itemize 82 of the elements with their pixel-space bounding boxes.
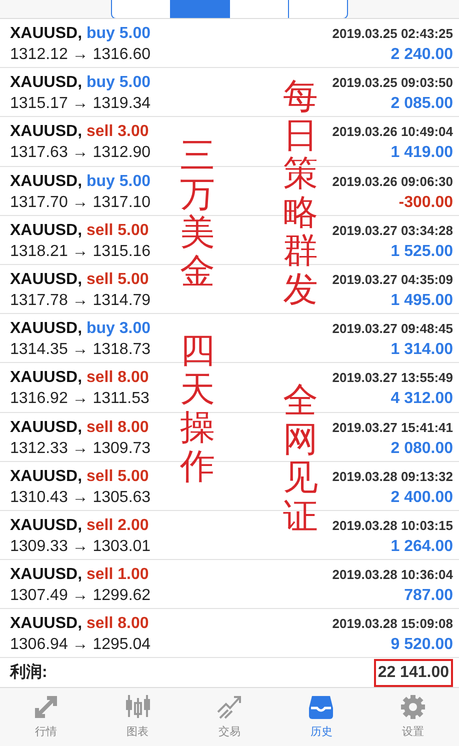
order-type-text: buy 5.00	[86, 172, 150, 190]
price-text: 1307.49 → 1299.62	[10, 586, 151, 606]
time-text: 2019.03.27 13:55:49	[332, 369, 453, 388]
profit-text: 1 525.00	[390, 242, 453, 262]
profit-label: 利润:	[10, 662, 48, 683]
profit-text: 9 520.00	[390, 635, 453, 656]
price-text: 1317.70 → 1317.10	[10, 192, 151, 213]
profit-text: 1 314.00	[390, 340, 453, 360]
symbol-text: XAUUSD,	[10, 615, 82, 632]
price-text: 1314.35 → 1318.73	[10, 340, 151, 360]
symbol-text: XAUUSD,	[10, 369, 82, 386]
order-type-text: buy 3.00	[86, 320, 150, 338]
tab-bar-item[interactable]: 行情	[0, 688, 92, 746]
profit-text: 4 312.00	[390, 389, 453, 410]
profit-text: 2 240.00	[390, 45, 453, 65]
profit-text: 2 085.00	[390, 94, 453, 114]
time-text: 2019.03.26 09:06:30	[332, 172, 453, 191]
symbol-text: XAUUSD,	[10, 123, 82, 140]
symbol-text: XAUUSD,	[10, 270, 82, 288]
overlay-slogan: 每日策略群发	[283, 78, 318, 309]
order-type-text: sell 2.00	[86, 516, 149, 534]
profit-text: 1 419.00	[390, 143, 453, 164]
order-type-text: sell 5.00	[86, 222, 149, 239]
order-type-text: sell 5.00	[86, 270, 149, 288]
time-text: 2019.03.27 15:41:41	[332, 418, 453, 436]
symbol-text: XAUUSD,	[10, 172, 82, 190]
price-text: 1312.33 → 1309.73	[10, 438, 151, 458]
time-text: 2019.03.28 15:09:08	[332, 615, 453, 634]
time-text: 2019.03.25 09:03:50	[332, 74, 453, 92]
tab-bar-item[interactable]: 图表	[92, 688, 184, 746]
price-text: 1317.78 → 1314.79	[10, 290, 151, 311]
price-text: 1306.94 → 1295.04	[10, 635, 151, 656]
time-text: 2019.03.28 10:03:15	[332, 516, 453, 535]
period-tab[interactable]	[228, 0, 288, 18]
time-text: 2019.03.28 10:36:04	[332, 566, 453, 584]
symbol-text: XAUUSD,	[10, 25, 82, 42]
time-text: 2019.03.27 09:48:45	[332, 320, 453, 338]
order-type-text: sell 3.00	[86, 123, 149, 140]
symbol-text: XAUUSD,	[10, 516, 82, 534]
profit-text: 787.00	[404, 586, 453, 606]
symbol-text: XAUUSD,	[10, 418, 82, 436]
time-text: 2019.03.28 09:13:32	[332, 468, 453, 486]
profit-text: -300.00	[398, 192, 453, 213]
time-text: 2019.03.27 03:34:28	[332, 222, 453, 240]
order-type-text: buy 5.00	[86, 74, 150, 92]
price-text: 1312.12 → 1316.60	[10, 45, 151, 65]
time-text: 2019.03.26 10:49:04	[332, 123, 453, 142]
period-tab[interactable]	[110, 0, 170, 18]
profit-text: 1 495.00	[390, 290, 453, 311]
symbol-text: XAUUSD,	[10, 320, 82, 338]
symbol-text: XAUUSD,	[10, 468, 82, 485]
overlay-slogan: 三万美金	[180, 137, 215, 291]
symbol-text: XAUUSD,	[10, 222, 82, 239]
symbol-text: XAUUSD,	[10, 74, 82, 92]
profit-text: 2 400.00	[390, 488, 453, 508]
time-text: 2019.03.27 04:35:09	[332, 270, 453, 289]
tab-bar-item[interactable]: 交易	[184, 688, 276, 746]
price-text: 1309.33 → 1303.01	[10, 536, 151, 557]
tab-bar-item[interactable]: 历史	[275, 688, 368, 746]
symbol-text: XAUUSD,	[10, 566, 82, 584]
profit-text: 1 264.00	[390, 536, 453, 557]
gear-icon	[399, 693, 428, 722]
order-type-text: sell 8.00	[86, 418, 149, 436]
order-type-text: sell 5.00	[86, 468, 149, 485]
order-type-text: sell 8.00	[86, 615, 149, 632]
time-text: 2019.03.25 02:43:25	[332, 25, 453, 43]
overlay-slogan: 四天操作	[180, 332, 215, 486]
total-profit-value: 22 141.00	[374, 658, 453, 687]
order-type-text: sell 1.00	[86, 566, 149, 584]
price-text: 1310.43 → 1305.63	[10, 488, 151, 508]
overlay-slogan: 全网见证	[283, 382, 318, 536]
order-type-text: sell 8.00	[86, 369, 149, 386]
price-text: 1316.92 → 1311.53	[10, 389, 150, 410]
order-type-text: buy 5.00	[86, 25, 150, 42]
period-tab[interactable]	[288, 0, 348, 18]
profit-text: 2 080.00	[390, 438, 453, 458]
price-text: 1315.17 → 1319.34	[10, 94, 151, 114]
price-text: 1318.21 → 1315.16	[10, 242, 151, 262]
trend-icon	[215, 693, 244, 722]
tab-bar-item[interactable]: 设置	[367, 688, 459, 746]
inbox-icon	[307, 693, 336, 722]
price-text: 1317.63 → 1312.90	[10, 143, 151, 164]
